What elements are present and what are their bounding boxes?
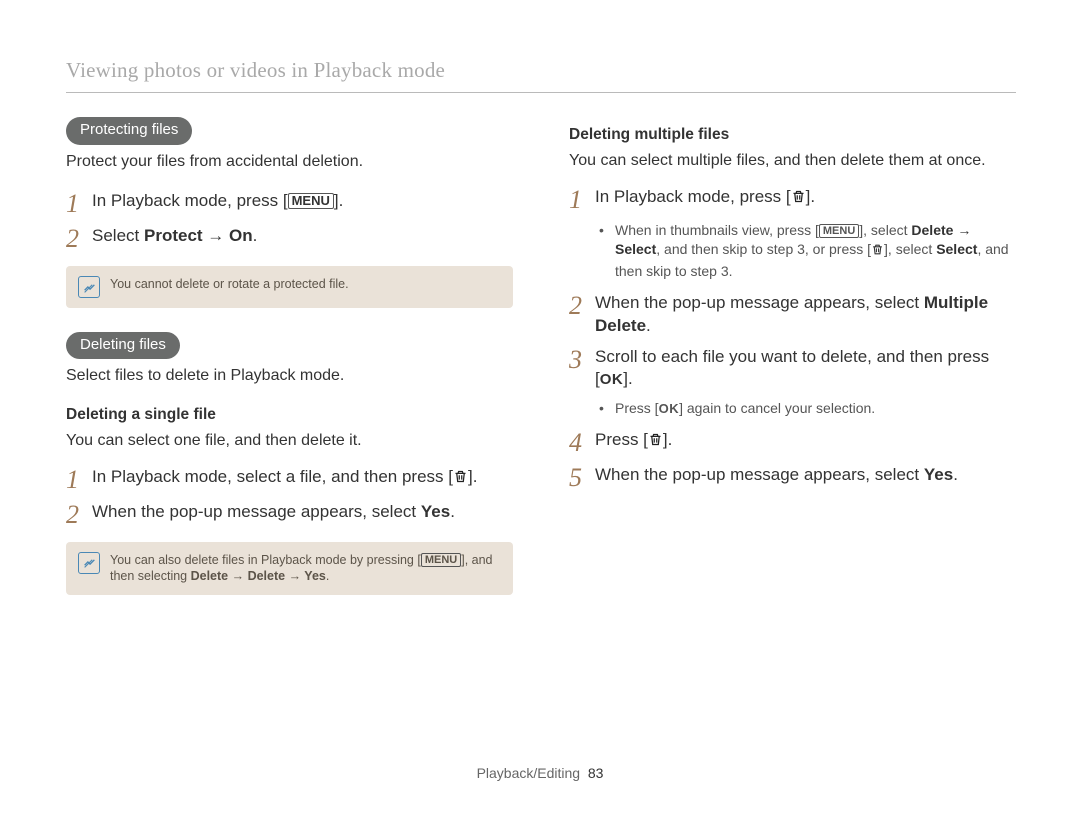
text-run: ], select (859, 222, 911, 238)
text-run: Press [ (595, 430, 648, 449)
footer-section: Playback/Editing (477, 765, 581, 781)
step-number: 1 (66, 190, 92, 217)
note-delete-alt: You can also delete files in Playback mo… (66, 542, 513, 596)
text-bold: Select (936, 241, 977, 257)
multi-step-2: 2 When the pop-up message appears, selec… (569, 292, 1016, 338)
text-bold: Protect → On (144, 226, 253, 245)
protecting-desc: Protect your files from accidental delet… (66, 151, 513, 173)
text-run: In Playback mode, press [ (595, 187, 791, 206)
right-column: Deleting multiple files You can select m… (541, 117, 1016, 619)
menu-button-glyph: MENU (421, 553, 461, 567)
left-column: Protecting files Protect your files from… (66, 117, 541, 619)
trash-icon (791, 188, 806, 211)
step-text: In Playback mode, press [MENU]. (92, 190, 513, 213)
step-number: 2 (569, 292, 595, 319)
text-bold: Yes (421, 502, 450, 521)
ok-button-glyph: OK (659, 401, 680, 416)
multi-bullet-3: Press [OK] again to cancel your selectio… (569, 399, 1016, 419)
step-text: In Playback mode, press []. (595, 186, 1016, 211)
menu-button-glyph: MENU (819, 224, 859, 238)
step-text: Scroll to each file you want to delete, … (595, 346, 1016, 392)
single-step-1: 1 In Playback mode, select a file, and t… (66, 466, 513, 493)
pill-protecting-files: Protecting files (66, 117, 192, 144)
text-run: You can also delete files in Playback mo… (110, 553, 421, 567)
heading-deleting-single: Deleting a single file (66, 405, 513, 426)
deleting-desc: Select files to delete in Playback mode. (66, 365, 513, 387)
note-icon (78, 276, 100, 298)
text-run: Scroll to each file you want to delete, … (595, 347, 989, 389)
step-number: 1 (66, 466, 92, 493)
text-run: ]. (468, 467, 477, 486)
multi-step-4: 4 Press []. (569, 429, 1016, 456)
text-run: ] again to cancel your selection. (679, 400, 875, 416)
note-protected-file: You cannot delete or rotate a protected … (66, 266, 513, 308)
text-run: . (646, 316, 651, 335)
text-run: ]. (334, 191, 343, 210)
multi-step-3: 3 Scroll to each file you want to delete… (569, 346, 1016, 392)
step-text: When the pop-up message appears, select … (595, 292, 1016, 338)
step-number: 1 (569, 186, 595, 213)
text-run: Select (92, 226, 144, 245)
text-run: When in thumbnails view, press [ (615, 222, 819, 238)
multi-step-1: 1 In Playback mode, press []. (569, 186, 1016, 213)
trash-icon (453, 468, 468, 491)
protect-step-1: 1 In Playback mode, press [MENU]. (66, 190, 513, 217)
text-run: , and then skip to step 3, or press [ (656, 241, 871, 257)
step-number: 2 (66, 225, 92, 252)
trash-icon (871, 242, 884, 262)
text-run: In Playback mode, select a file, and the… (92, 467, 453, 486)
text-run: . (953, 465, 958, 484)
single-step-2: 2 When the pop-up message appears, selec… (66, 501, 513, 528)
text-run: ], select (884, 241, 936, 257)
note-text: You can also delete files in Playback mo… (110, 552, 501, 586)
deleting-multiple-desc: You can select multiple files, and then … (569, 150, 1016, 172)
step-text: Press []. (595, 429, 1016, 454)
page-title: Viewing photos or videos in Playback mod… (66, 56, 1016, 93)
step-text: When the pop-up message appears, select … (92, 501, 513, 524)
text-run: When the pop-up message appears, select (595, 293, 924, 312)
step-text: Select Protect → On. (92, 225, 513, 248)
multi-step-5: 5 When the pop-up message appears, selec… (569, 464, 1016, 491)
note-text: You cannot delete or rotate a protected … (110, 276, 349, 293)
text-run: In Playback mode, press [ (92, 191, 288, 210)
deleting-single-desc: You can select one file, and then delete… (66, 430, 513, 452)
text-run: ]. (663, 430, 672, 449)
text-bold: Yes (924, 465, 953, 484)
note-icon (78, 552, 100, 574)
text-bold: Delete → Delete → Yes (191, 569, 326, 583)
step-text: In Playback mode, select a file, and the… (92, 466, 513, 491)
text-run: . (326, 569, 329, 583)
ok-button-glyph: OK (600, 371, 624, 388)
pill-deleting-files: Deleting files (66, 332, 180, 359)
text-run: ]. (806, 187, 815, 206)
footer-page-number: 83 (588, 765, 604, 781)
text-run: When the pop-up message appears, select (92, 502, 421, 521)
text-run: . (253, 226, 258, 245)
bullet-text: When in thumbnails view, press [MENU], s… (615, 221, 1016, 282)
protect-step-2: 2 Select Protect → On. (66, 225, 513, 252)
text-run: ]. (623, 369, 632, 388)
step-number: 3 (569, 346, 595, 373)
step-text: When the pop-up message appears, select … (595, 464, 1016, 487)
step-number: 2 (66, 501, 92, 528)
heading-deleting-multiple: Deleting multiple files (569, 125, 1016, 146)
step-number: 5 (569, 464, 595, 491)
text-run: Press [ (615, 400, 659, 416)
step-number: 4 (569, 429, 595, 456)
bullet-text: Press [OK] again to cancel your selectio… (615, 399, 1016, 419)
page-footer: Playback/Editing 83 (0, 764, 1080, 783)
menu-button-glyph: MENU (288, 193, 334, 209)
content-columns: Protecting files Protect your files from… (66, 117, 1016, 619)
trash-icon (648, 431, 663, 454)
manual-page: Viewing photos or videos in Playback mod… (0, 0, 1080, 815)
text-run: . (450, 502, 455, 521)
text-run: When the pop-up message appears, select (595, 465, 924, 484)
multi-bullet-1: When in thumbnails view, press [MENU], s… (569, 221, 1016, 282)
